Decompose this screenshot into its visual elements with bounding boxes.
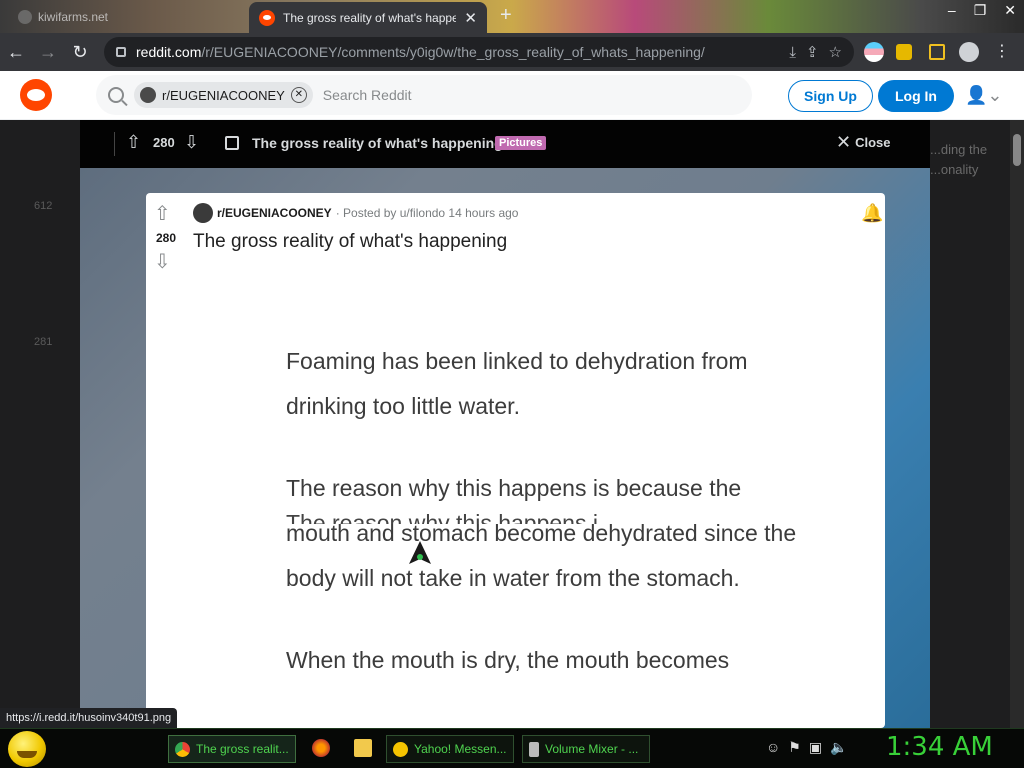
tab-title: The gross reality of what's happening — [283, 10, 457, 25]
search-bar[interactable]: r/EUGENIACOONEY ✕ Search Reddit — [96, 75, 752, 115]
share-icon[interactable]: ⇪ — [806, 43, 819, 61]
reload-icon[interactable]: ↻ — [64, 42, 96, 63]
url-field[interactable]: reddit.com/r/EUGENIACOONEY/comments/y0ig… — [104, 37, 854, 67]
notification-bell-icon[interactable]: 🔔 — [861, 203, 883, 224]
bookmark-star-icon[interactable]: ☆ — [829, 43, 842, 61]
upvote-icon[interactable]: ⇧ — [154, 201, 171, 226]
background-count: 281 — [34, 336, 53, 348]
reddit-favicon-icon — [259, 9, 275, 26]
background-snippet: ...ding the — [930, 142, 988, 157]
folder-icon[interactable] — [354, 739, 372, 757]
subreddit-avatar — [140, 87, 156, 103]
chrome-icon — [175, 741, 190, 757]
speaker-icon — [529, 741, 539, 757]
subreddit-filter-chip[interactable]: r/EUGENIACOONEY ✕ — [134, 82, 313, 108]
background-vote-column: 612 281 — [20, 120, 80, 728]
taskbar-item-label: The gross realit... — [196, 742, 289, 756]
background-snippet: ...onality — [930, 162, 979, 177]
lock-icon — [116, 47, 126, 57]
downvote-icon[interactable]: ⇩ — [184, 132, 199, 153]
post-image[interactable]: Foaming has been linked to dehydration f… — [286, 339, 806, 728]
search-icon — [108, 87, 124, 103]
tab-title: kiwifarms.net — [38, 10, 109, 24]
post-modal-bar: ⇧ 280 ⇩ The gross reality of what's happ… — [80, 120, 930, 168]
restore-icon[interactable]: ❐ — [974, 2, 987, 19]
divider — [114, 132, 115, 156]
reddit-header: r/EUGENIACOONEY ✕ Search Reddit Sign Up … — [0, 71, 1024, 120]
subreddit-avatar[interactable] — [193, 203, 213, 223]
image-post-icon — [225, 136, 239, 150]
reddit-logo-icon[interactable] — [20, 79, 52, 111]
background-sidebar-text: ...ding the ...onality — [930, 140, 1010, 180]
taskbar-item-chrome[interactable]: The gross realit... — [168, 735, 296, 763]
install-icon[interactable]: ⤓ — [789, 44, 796, 61]
new-tab-button[interactable]: + — [500, 5, 512, 25]
modal-post-title: The gross reality of what's happening — [252, 135, 503, 151]
tab-inactive[interactable]: kiwifarms.net — [18, 6, 243, 28]
extensions-puzzle-icon[interactable] — [896, 44, 912, 60]
close-icon: ✕ — [836, 132, 852, 152]
close-label: Close — [855, 134, 891, 150]
start-smiley-icon[interactable] — [8, 731, 46, 767]
profile-avatar-icon[interactable] — [959, 42, 979, 62]
forward-icon[interactable]: → — [32, 42, 64, 63]
posted-by-text: · Posted by u/filondo 14 hours ago — [335, 206, 519, 220]
url-text: reddit.com/r/EUGENIACOONEY/comments/y0ig… — [136, 44, 705, 60]
scrollbar-thumb[interactable] — [1013, 134, 1021, 166]
minimize-icon[interactable]: – — [948, 2, 956, 19]
yahoo-messenger-icon — [393, 741, 408, 757]
close-tab-icon[interactable]: ✕ — [464, 9, 477, 27]
taskbar-clock[interactable]: 1:34 AM — [886, 732, 993, 762]
log-in-button[interactable]: Log In — [878, 80, 954, 112]
volume-tray-icon[interactable]: 🔈 — [830, 739, 847, 756]
post-score: 280 — [155, 231, 177, 245]
upvote-icon[interactable]: ⇧ — [126, 132, 141, 153]
subreddit-link[interactable]: r/EUGENIACOONEY — [217, 206, 332, 220]
page-scrollbar[interactable] — [1010, 120, 1024, 728]
post-title: The gross reality of what's happening — [193, 231, 508, 252]
post-card: ⇧ 280 ⇩ r/EUGENIACOONEY · Posted by u/fi… — [146, 193, 885, 728]
taskbar-item-messenger[interactable]: Yahoo! Messen... — [386, 735, 514, 763]
emoji-tray-icon[interactable]: ☺ — [766, 739, 780, 756]
image-text-paragraph: Foaming has been linked to dehydration f… — [286, 348, 748, 419]
background-count: 612 — [34, 200, 53, 212]
user-menu-icon[interactable]: 👤⌄ — [965, 85, 1003, 106]
subreddit-chip-label: r/EUGENIACOONEY — [162, 87, 285, 103]
taskbar: The gross realit... Yahoo! Messen... Vol… — [0, 728, 1024, 768]
search-input[interactable]: Search Reddit — [323, 87, 412, 103]
back-icon[interactable]: ← — [0, 42, 32, 63]
tab-strip: kiwifarms.net The gross reality of what'… — [0, 0, 1024, 33]
flag-tray-icon[interactable]: ⚑ — [788, 739, 801, 756]
menu-kebab-icon[interactable]: ⋮ — [994, 41, 1014, 61]
sign-up-button[interactable]: Sign Up — [788, 80, 873, 112]
downvote-icon[interactable]: ⇩ — [154, 249, 171, 274]
window-controls: – ❐ ✕ — [948, 2, 1016, 19]
tab-active[interactable]: The gross reality of what's happening ✕ — [249, 2, 487, 33]
image-text-paragraph: The reason why this happens is because t… — [286, 475, 797, 591]
flag-extension-icon[interactable] — [864, 42, 884, 62]
taskbar-item-label: Yahoo! Messen... — [414, 742, 507, 756]
close-button[interactable]: ✕ Close — [836, 132, 891, 152]
post-flair[interactable]: Pictures — [495, 136, 547, 150]
firefox-icon[interactable] — [312, 739, 330, 757]
post-meta: r/EUGENIACOONEY · Posted by u/filondo 14… — [193, 203, 518, 223]
close-window-icon[interactable]: ✕ — [1004, 2, 1016, 19]
modal-score: 280 — [153, 135, 175, 150]
system-tray: ☺ ⚑ ▣ 🔈 — [766, 739, 848, 756]
image-text-paragraph: When the mouth is dry, the mouth becomes — [286, 647, 730, 673]
sidepanel-icon[interactable] — [929, 44, 945, 60]
site-favicon-icon — [18, 10, 32, 24]
taskbar-item-label: Volume Mixer - ... — [545, 742, 639, 756]
clear-filter-icon[interactable]: ✕ — [290, 87, 307, 103]
link-status-url: https://i.redd.it/husoinv340t91.png — [0, 708, 178, 728]
taskbar-item-volume-mixer[interactable]: Volume Mixer - ... — [522, 735, 650, 763]
network-tray-icon[interactable]: ▣ — [809, 739, 822, 756]
address-bar-row: ← → ↻ reddit.com/r/EUGENIACOONEY/comment… — [0, 33, 1024, 71]
cursor-icon — [409, 541, 431, 564]
